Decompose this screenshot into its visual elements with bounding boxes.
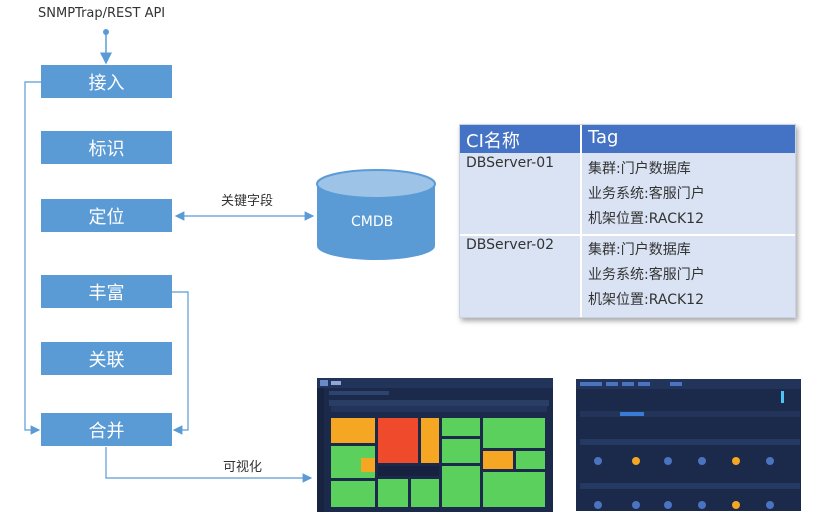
ci-tag-table: CI名称 Tag DBServer-01 集群:门户数据库 业务系统:客服门户 … [459,124,796,318]
tag-item: 机架位置:RACK12 [588,292,704,308]
table-row-2-name: DBServer-02 [466,237,555,253]
step-merge: 合并 [41,413,172,446]
step-correlate: 关联 [41,342,172,375]
tag-item: 业务系统:客服门户 [588,186,705,202]
col-header-tag: Tag [588,127,619,148]
step-enrich: 丰富 [41,275,172,308]
loop-line-left [24,81,41,435]
source-label: SNMPTrap/REST API [38,6,166,21]
topology-dashboard-screenshot [576,379,801,511]
table-row-1-tags: 集群:门户数据库 业务系统:客服门户 机架位置:RACK12 [588,157,705,232]
tag-item: 机架位置:RACK12 [588,211,704,227]
col-header-ci: CI名称 [466,131,520,152]
step-ingest: 接入 [41,65,172,98]
visualize-line [105,447,313,483]
tag-item: 集群:门户数据库 [588,242,691,258]
step-identify: 标识 [41,131,172,164]
event-processing-diagram: SNMPTrap/REST API 接入 标识 定位 丰富 关联 合并 关键字段… [0,0,819,518]
loop-line-right [172,291,189,435]
cmdb-label: CMDB [351,214,394,230]
tag-item: 业务系统:客服门户 [588,267,705,283]
heatmap-dashboard-screenshot [317,378,553,512]
step-locate: 定位 [41,199,172,232]
visualize-label: 可视化 [223,460,263,475]
table-header: CI名称 Tag [460,125,795,153]
table-row-2-tags: 集群:门户数据库 业务系统:客服门户 机架位置:RACK12 [588,238,705,313]
table-row-1-name: DBServer-01 [466,155,555,171]
tag-item: 集群:门户数据库 [588,161,691,177]
keyfield-label: 关键字段 [221,194,274,209]
